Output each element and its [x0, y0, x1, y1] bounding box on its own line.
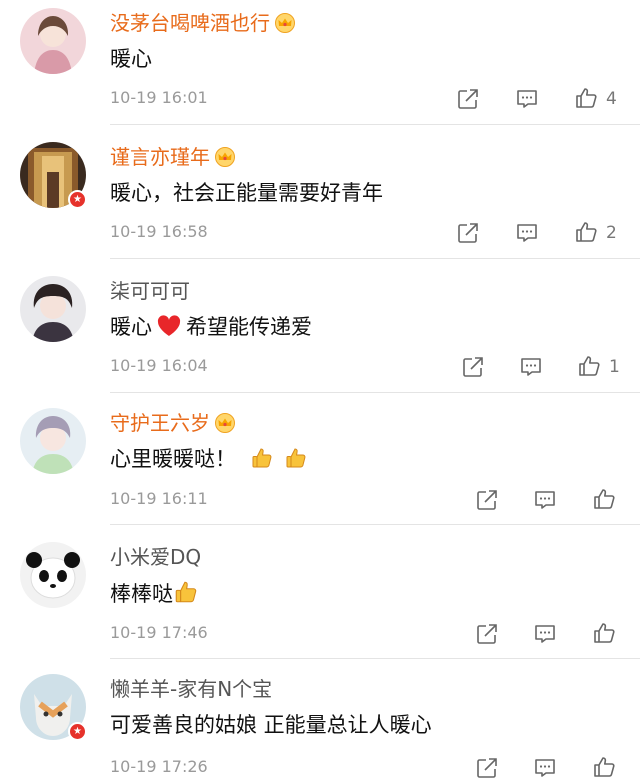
comment-item: 小米爱DQ 棒棒哒 10-19 17:46: [0, 534, 640, 664]
comment-icon[interactable]: [515, 221, 539, 245]
username-text[interactable]: 守护王六岁: [110, 411, 210, 435]
comment-icon[interactable]: [533, 622, 557, 646]
username-text[interactable]: 懒羊羊-家有N个宝: [110, 677, 272, 701]
thumbs-up-icon[interactable]: [592, 621, 616, 645]
timestamp: 10-19 16:58: [110, 222, 208, 241]
comment-icon[interactable]: [533, 756, 557, 779]
username[interactable]: 懒羊羊-家有N个宝: [110, 676, 272, 702]
timestamp: 10-19 17:26: [110, 757, 208, 776]
comment-item: 没茅台喝啤酒也行 暖心 10-19 16:01 4: [0, 0, 640, 130]
like-count: 2: [606, 223, 617, 243]
thumbs-up-emoji: [284, 446, 308, 470]
thumbs-up-icon[interactable]: [574, 86, 598, 110]
comment-icon[interactable]: [533, 488, 557, 512]
share-icon[interactable]: [475, 622, 499, 646]
comment-text-part: 心里暖暖哒！: [110, 447, 236, 471]
comment-text: 暖心，社会正能量需要好青年: [110, 181, 383, 205]
thumbs-up-emoji: [250, 446, 274, 470]
like-count: 4: [606, 89, 617, 109]
like-count: 1: [609, 357, 620, 377]
avatar[interactable]: [20, 408, 86, 474]
thumbs-up-icon[interactable]: [577, 354, 601, 378]
comment-item: 柒可可可 暖心 希望能传递爱 10-19 16:04 1: [0, 268, 640, 398]
thumbs-up-emoji: [173, 579, 199, 605]
thumbs-up-icon[interactable]: [592, 755, 616, 779]
username-text[interactable]: 小米爱DQ: [110, 545, 201, 569]
comment-text: 心里暖暖哒！: [110, 445, 312, 473]
timestamp: 10-19 16:11: [110, 489, 208, 508]
share-icon[interactable]: [475, 756, 499, 779]
divider: [110, 524, 640, 525]
username[interactable]: 小米爱DQ: [110, 544, 201, 570]
comment-icon[interactable]: [515, 87, 539, 111]
divider: [110, 124, 640, 125]
thumbs-up-icon[interactable]: [592, 487, 616, 511]
verified-badge: ★: [68, 190, 87, 209]
username-text[interactable]: 谨言亦瑾年: [110, 145, 210, 169]
divider: [110, 258, 640, 259]
share-icon[interactable]: [475, 488, 499, 512]
username-text[interactable]: 柒可可可: [110, 279, 190, 303]
comment-text-part: 暖心: [110, 315, 152, 339]
vip-crown-icon: [214, 147, 236, 167]
username-text[interactable]: 没茅台喝啤酒也行: [110, 11, 270, 35]
comment-icon[interactable]: [519, 355, 543, 379]
username[interactable]: 守护王六岁: [110, 410, 236, 436]
timestamp: 10-19 17:46: [110, 623, 208, 642]
comment-text-part: 希望能传递爱: [186, 315, 312, 339]
comment-text: 暖心 希望能传递爱: [110, 313, 312, 341]
red-heart-emoji: [157, 315, 181, 336]
comment-text: 棒棒哒: [110, 579, 203, 608]
avatar[interactable]: [20, 276, 86, 342]
avatar[interactable]: [20, 542, 86, 608]
comment-item: ★ 谨言亦瑾年 暖心，社会正能量需要好青年 10-19 16:58 2: [0, 134, 640, 264]
divider: [110, 658, 640, 659]
timestamp: 10-19 16:04: [110, 356, 208, 375]
comment-item: ★ 懒羊羊-家有N个宝 可爱善良的姑娘 正能量总让人暖心 10-19 17:26: [0, 666, 640, 779]
share-icon[interactable]: [456, 221, 480, 245]
username[interactable]: 没茅台喝啤酒也行: [110, 10, 296, 36]
thumbs-up-icon[interactable]: [574, 220, 598, 244]
share-icon[interactable]: [461, 355, 485, 379]
divider: [110, 392, 640, 393]
verified-badge: ★: [68, 722, 87, 741]
comment-text-part: 棒棒哒: [110, 582, 173, 606]
comment-text: 可爱善良的姑娘 正能量总让人暖心: [110, 713, 432, 737]
timestamp: 10-19 16:01: [110, 88, 208, 107]
vip-crown-icon: [214, 413, 236, 433]
comment-text: 暖心: [110, 47, 152, 71]
comment-item: 守护王六岁 心里暖暖哒！ 10-19 16:11: [0, 400, 640, 530]
username[interactable]: 谨言亦瑾年: [110, 144, 236, 170]
avatar[interactable]: [20, 8, 86, 74]
username[interactable]: 柒可可可: [110, 278, 190, 304]
vip-crown-icon: [274, 13, 296, 33]
share-icon[interactable]: [456, 87, 480, 111]
